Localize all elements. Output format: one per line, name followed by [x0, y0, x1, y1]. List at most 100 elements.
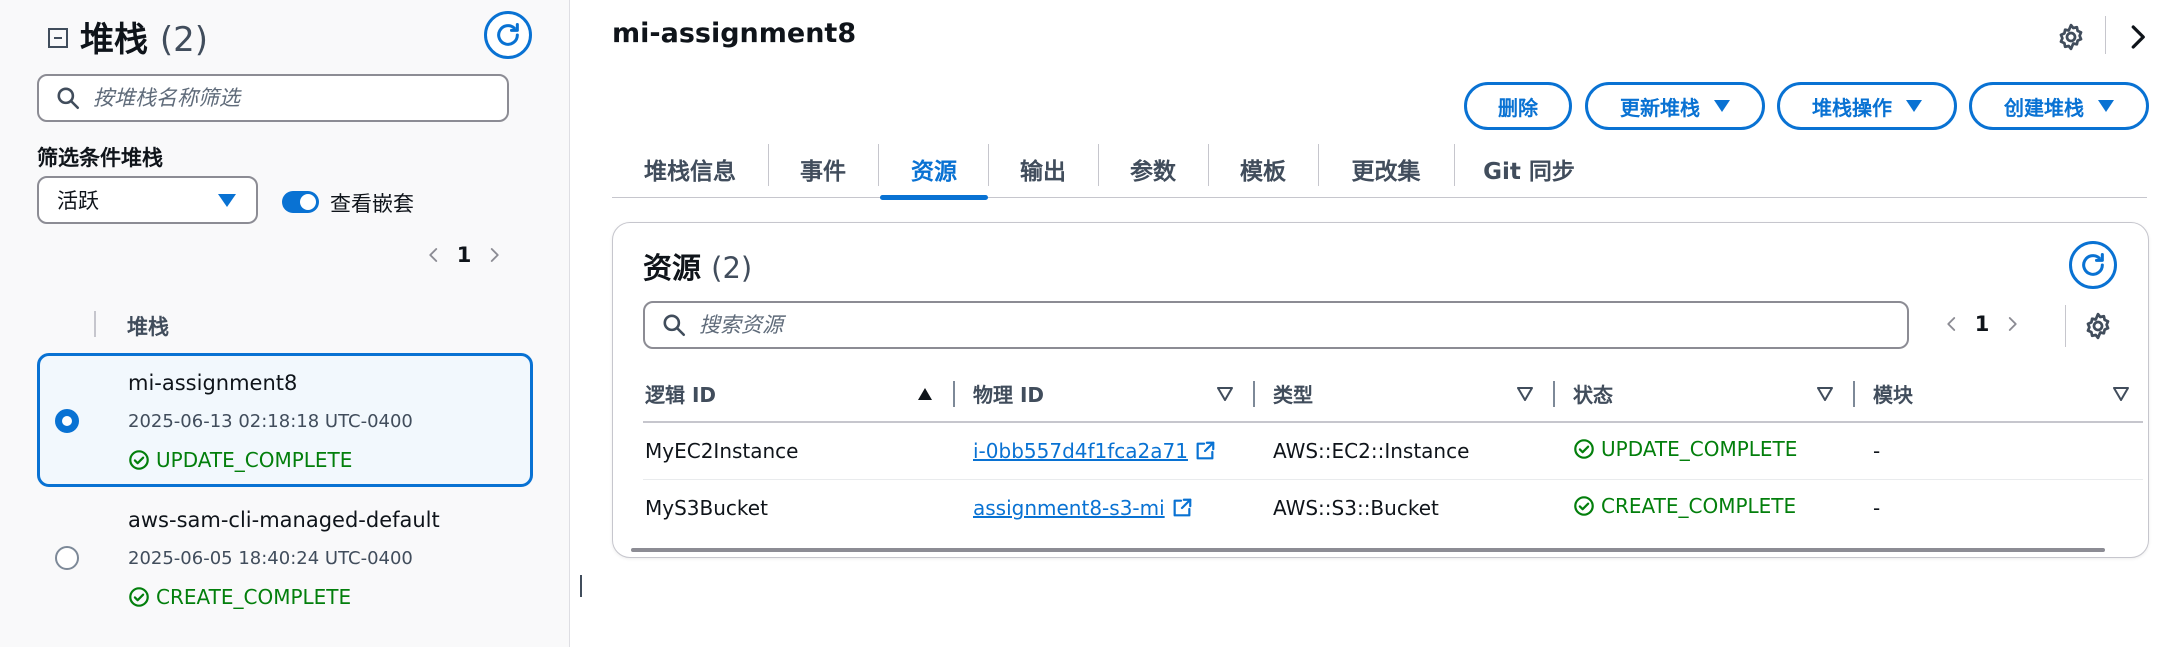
stack-timestamp: 2025-06-13 02:18:18 UTC-0400 — [128, 411, 413, 432]
caret-down-icon — [1906, 100, 1922, 112]
stack-status: CREATE_COMPLETE — [128, 585, 351, 609]
prev-page-button[interactable] — [419, 240, 449, 270]
stack-actions-button[interactable]: 堆栈操作 — [1777, 82, 1957, 130]
text-cursor — [580, 575, 582, 597]
tab-template[interactable]: 模板 — [1208, 140, 1318, 198]
horizontal-scrollbar[interactable] — [631, 548, 2105, 552]
column-header-module[interactable]: 模块 — [1873, 379, 1913, 408]
stack-item[interactable]: aws-sam-cli-managed-default 2025-06-05 1… — [37, 490, 533, 624]
column-header-status[interactable]: 状态 — [1573, 379, 1613, 408]
type-cell: AWS::EC2::Instance — [1273, 439, 1470, 463]
collapse-icon[interactable] — [48, 28, 68, 48]
sort-desc-icon[interactable] — [1517, 387, 1533, 401]
resource-search-input[interactable] — [699, 313, 1907, 337]
stack-search-input[interactable] — [93, 86, 507, 110]
next-page-button[interactable] — [1997, 309, 2027, 339]
physical-id-link[interactable]: assignment8-s3-mi — [973, 496, 1193, 520]
refresh-resources-button[interactable] — [2069, 241, 2117, 289]
create-stack-button[interactable]: 创建堆栈 — [1969, 82, 2149, 130]
view-nested-toggle[interactable] — [282, 191, 319, 213]
caret-down-icon — [1714, 100, 1730, 112]
resources-container: 资源 (2) 1 逻辑 ID 物理 ID — [612, 222, 2149, 558]
page-number[interactable]: 1 — [449, 243, 479, 267]
refresh-stacks-button[interactable] — [484, 11, 532, 59]
sort-desc-icon[interactable] — [1817, 387, 1833, 401]
toggle-knob — [300, 194, 316, 210]
delete-stack-button[interactable]: 删除 — [1464, 82, 1572, 130]
chevron-right-icon[interactable] — [2122, 22, 2152, 52]
external-link-icon — [1196, 441, 1215, 460]
pagination-divider — [2065, 305, 2066, 347]
page-title: mi-assignment8 — [612, 18, 857, 49]
column-header-logical-id[interactable]: 逻辑 ID — [645, 379, 716, 408]
chevron-right-icon — [490, 248, 499, 262]
stack-actions-label: 堆栈操作 — [1812, 95, 1892, 120]
update-stack-label: 更新堆栈 — [1620, 95, 1700, 120]
page-number[interactable]: 1 — [1967, 312, 1997, 336]
module-cell: - — [1873, 439, 1881, 463]
check-circle-icon — [129, 587, 149, 607]
next-page-button[interactable] — [479, 240, 509, 270]
tab-stack-info[interactable]: 堆栈信息 — [612, 140, 768, 198]
resources-title: 资源 — [643, 251, 702, 285]
stack-radio[interactable] — [55, 546, 79, 570]
prev-page-button[interactable] — [1937, 309, 1967, 339]
resource-search-field[interactable] — [643, 301, 1909, 349]
stack-status-text: CREATE_COMPLETE — [156, 585, 352, 609]
stack-search-field[interactable] — [37, 74, 509, 122]
column-divider[interactable] — [1253, 381, 1255, 407]
stack-radio[interactable] — [55, 409, 79, 433]
resources-heading: 资源 (2) — [643, 245, 752, 287]
tab-parameters[interactable]: 参数 — [1098, 140, 1208, 198]
physical-id-link[interactable]: i-0bb557d4f1fca2a71 — [973, 439, 1216, 463]
stack-timestamp: 2025-06-05 18:40:24 UTC-0400 — [128, 548, 413, 569]
stacks-pagination: 1 — [419, 240, 509, 270]
filter-select[interactable]: 活跃 — [37, 176, 258, 224]
view-nested-label: 查看嵌套 — [330, 192, 414, 216]
sort-desc-icon[interactable] — [2113, 387, 2129, 401]
physical-id-text: assignment8-s3-mi — [973, 496, 1165, 520]
check-circle-icon — [129, 450, 149, 470]
sort-asc-icon[interactable] — [917, 387, 933, 401]
column-divider[interactable] — [1553, 381, 1555, 407]
update-stack-button[interactable]: 更新堆栈 — [1585, 82, 1765, 130]
stacks-panel: 堆栈 (2) 筛选条件堆栈 活跃 查看嵌套 1 堆栈 mi-assignment… — [0, 0, 570, 647]
search-icon — [663, 314, 686, 337]
column-divider[interactable] — [1853, 381, 1855, 407]
chevron-left-icon — [429, 248, 438, 262]
delete-stack-label: 删除 — [1498, 95, 1538, 120]
table-row[interactable]: MyS3Bucket assignment8-s3-mi AWS::S3::Bu… — [643, 480, 2143, 537]
status-text: CREATE_COMPLETE — [1601, 494, 1797, 518]
tab-events[interactable]: 事件 — [768, 140, 878, 198]
tab-change-sets[interactable]: 更改集 — [1318, 140, 1454, 198]
stack-item[interactable]: mi-assignment8 2025-06-13 02:18:18 UTC-0… — [37, 353, 533, 487]
caret-down-icon — [218, 194, 236, 207]
tab-outputs[interactable]: 输出 — [988, 140, 1098, 198]
stacks-column-header: 堆栈 — [127, 315, 169, 339]
search-icon — [57, 87, 80, 110]
sort-desc-icon[interactable] — [1217, 387, 1233, 401]
refresh-icon — [497, 22, 519, 46]
table-row[interactable]: MyEC2Instance i-0bb557d4f1fca2a71 AWS::E… — [643, 423, 2143, 480]
status-text: UPDATE_COMPLETE — [1601, 437, 1798, 461]
column-divider[interactable] — [953, 381, 955, 407]
stack-status-text: UPDATE_COMPLETE — [156, 448, 353, 472]
tab-git-sync[interactable]: Git 同步 — [1454, 140, 1604, 198]
chevron-right-icon — [2008, 317, 2017, 331]
column-header-physical-id[interactable]: 物理 ID — [973, 379, 1044, 408]
logical-id-cell: MyEC2Instance — [645, 439, 799, 463]
gear-icon[interactable] — [2056, 22, 2086, 52]
gear-icon[interactable] — [2083, 311, 2113, 341]
create-stack-label: 创建堆栈 — [2004, 95, 2084, 120]
resources-table: 逻辑 ID 物理 ID 类型 状态 模块 MyEC2Instance i-0bb… — [643, 365, 2143, 537]
filter-label: 筛选条件堆栈 — [37, 146, 163, 170]
stack-status: UPDATE_COMPLETE — [128, 448, 352, 472]
column-header-type[interactable]: 类型 — [1273, 379, 1313, 408]
tab-resources[interactable]: 资源 — [880, 140, 988, 200]
stack-tabs: 堆栈信息 事件 资源 输出 参数 模板 更改集 Git 同步 — [612, 140, 2147, 200]
status-cell: CREATE_COMPLETE — [1573, 494, 1796, 518]
status-cell: UPDATE_COMPLETE — [1573, 437, 1797, 461]
stack-name: aws-sam-cli-managed-default — [128, 508, 440, 532]
refresh-icon — [2082, 252, 2104, 276]
check-circle-icon — [1574, 496, 1594, 516]
